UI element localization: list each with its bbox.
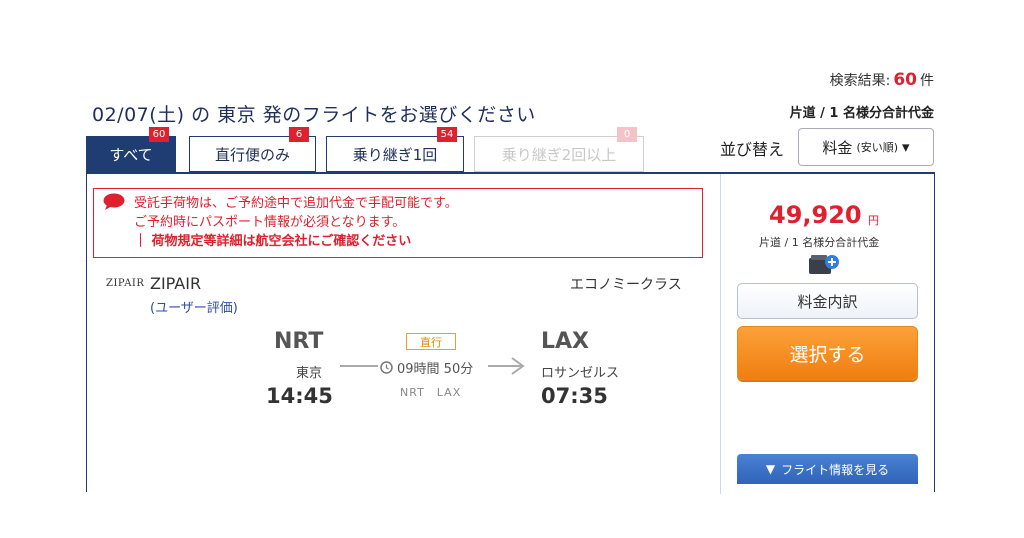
tab-one-stop[interactable]: 乗り継ぎ1回 54 (326, 127, 464, 172)
airline-name: ZIPAIR (150, 274, 202, 293)
wallet-plus-icon (809, 255, 839, 274)
flight-duration: 09時間 50分 (397, 362, 474, 377)
price-unit: 円 (868, 214, 879, 227)
tab-nonstop[interactable]: 直行便のみ 6 (189, 127, 316, 172)
user-rating-link[interactable]: (ユーザー評価) (150, 297, 238, 316)
departure-city: 東京 (296, 366, 323, 381)
notice-line: 受託手荷物は、ご予約途中で追加代金で手配可能です。 (134, 196, 458, 211)
price-caption: 片道 / 1 名様分合計代金 (759, 236, 880, 249)
tab-label: 直行便のみ (214, 145, 290, 164)
route-codes: NRT LAX (400, 386, 462, 399)
arrival-city: ロサンゼルス (541, 366, 620, 381)
sort-label: 並び替え (720, 140, 785, 159)
arrival-time: 07:35 (541, 384, 608, 408)
clock-icon (380, 361, 393, 374)
departure-time: 14:45 (266, 384, 333, 408)
tab-count-badge: 60 (149, 127, 169, 142)
fare-breakdown-button[interactable]: 料金内訳 (737, 283, 918, 319)
notice-line: ご予約時にパスポート情報が必須となります。 (134, 215, 406, 230)
flight-info-button[interactable]: ▼ フライト情報を見る (737, 454, 918, 484)
triangle-down-icon: ▼ (765, 462, 776, 476)
tab-label: 乗り継ぎ2回以上 (501, 145, 617, 164)
page-title: 02/07(土) の 東京 発のフライトをお選びください (92, 104, 536, 126)
tab-count-badge: 6 (289, 127, 309, 142)
baggage-notice: 受託手荷物は、ご予約途中で追加代金で手配可能です。 ご予約時にパスポート情報が必… (93, 188, 703, 258)
tab-count-badge: 0 (617, 127, 637, 142)
column-divider (720, 174, 721, 494)
cabin-class: エコノミークラス (570, 277, 682, 293)
departure-airport-code: NRT (274, 329, 324, 354)
price-amount: 49,920 (769, 201, 862, 229)
tab-two-plus-stops: 乗り継ぎ2回以上 0 (474, 127, 644, 172)
result-count: 検索結果: 60 件 (830, 70, 934, 90)
chevron-down-icon: ▾ (902, 138, 910, 156)
result-count-number: 60 (893, 70, 917, 90)
notice-line-bold: ｜ 荷物規定等詳細は航空会社にご確認ください (134, 234, 412, 249)
price-caption-header: 片道 / 1 名様分合計代金 (789, 106, 934, 121)
tab-label: すべて (109, 145, 153, 164)
sort-dropdown[interactable]: 料金 (安い順) ▾ (798, 128, 934, 166)
nonstop-badge: 直行 (406, 333, 456, 350)
result-count-unit: 件 (920, 73, 934, 89)
tab-count-badge: 54 (437, 127, 457, 142)
speech-bubble-icon (103, 193, 125, 210)
airline-logo: ZIPAIR (106, 278, 145, 289)
flight-info-label: フライト情報を見る (781, 462, 890, 477)
sort-selected: 料金 (822, 138, 853, 157)
tab-label: 乗り継ぎ1回 (352, 145, 438, 164)
tab-all[interactable]: すべて 60 (86, 127, 176, 172)
arrival-airport-code: LAX (541, 329, 590, 354)
result-count-label: 検索結果: (829, 73, 891, 89)
select-flight-button[interactable]: 選択する (737, 326, 918, 380)
sort-selected-sub: (安い順) (856, 141, 899, 154)
